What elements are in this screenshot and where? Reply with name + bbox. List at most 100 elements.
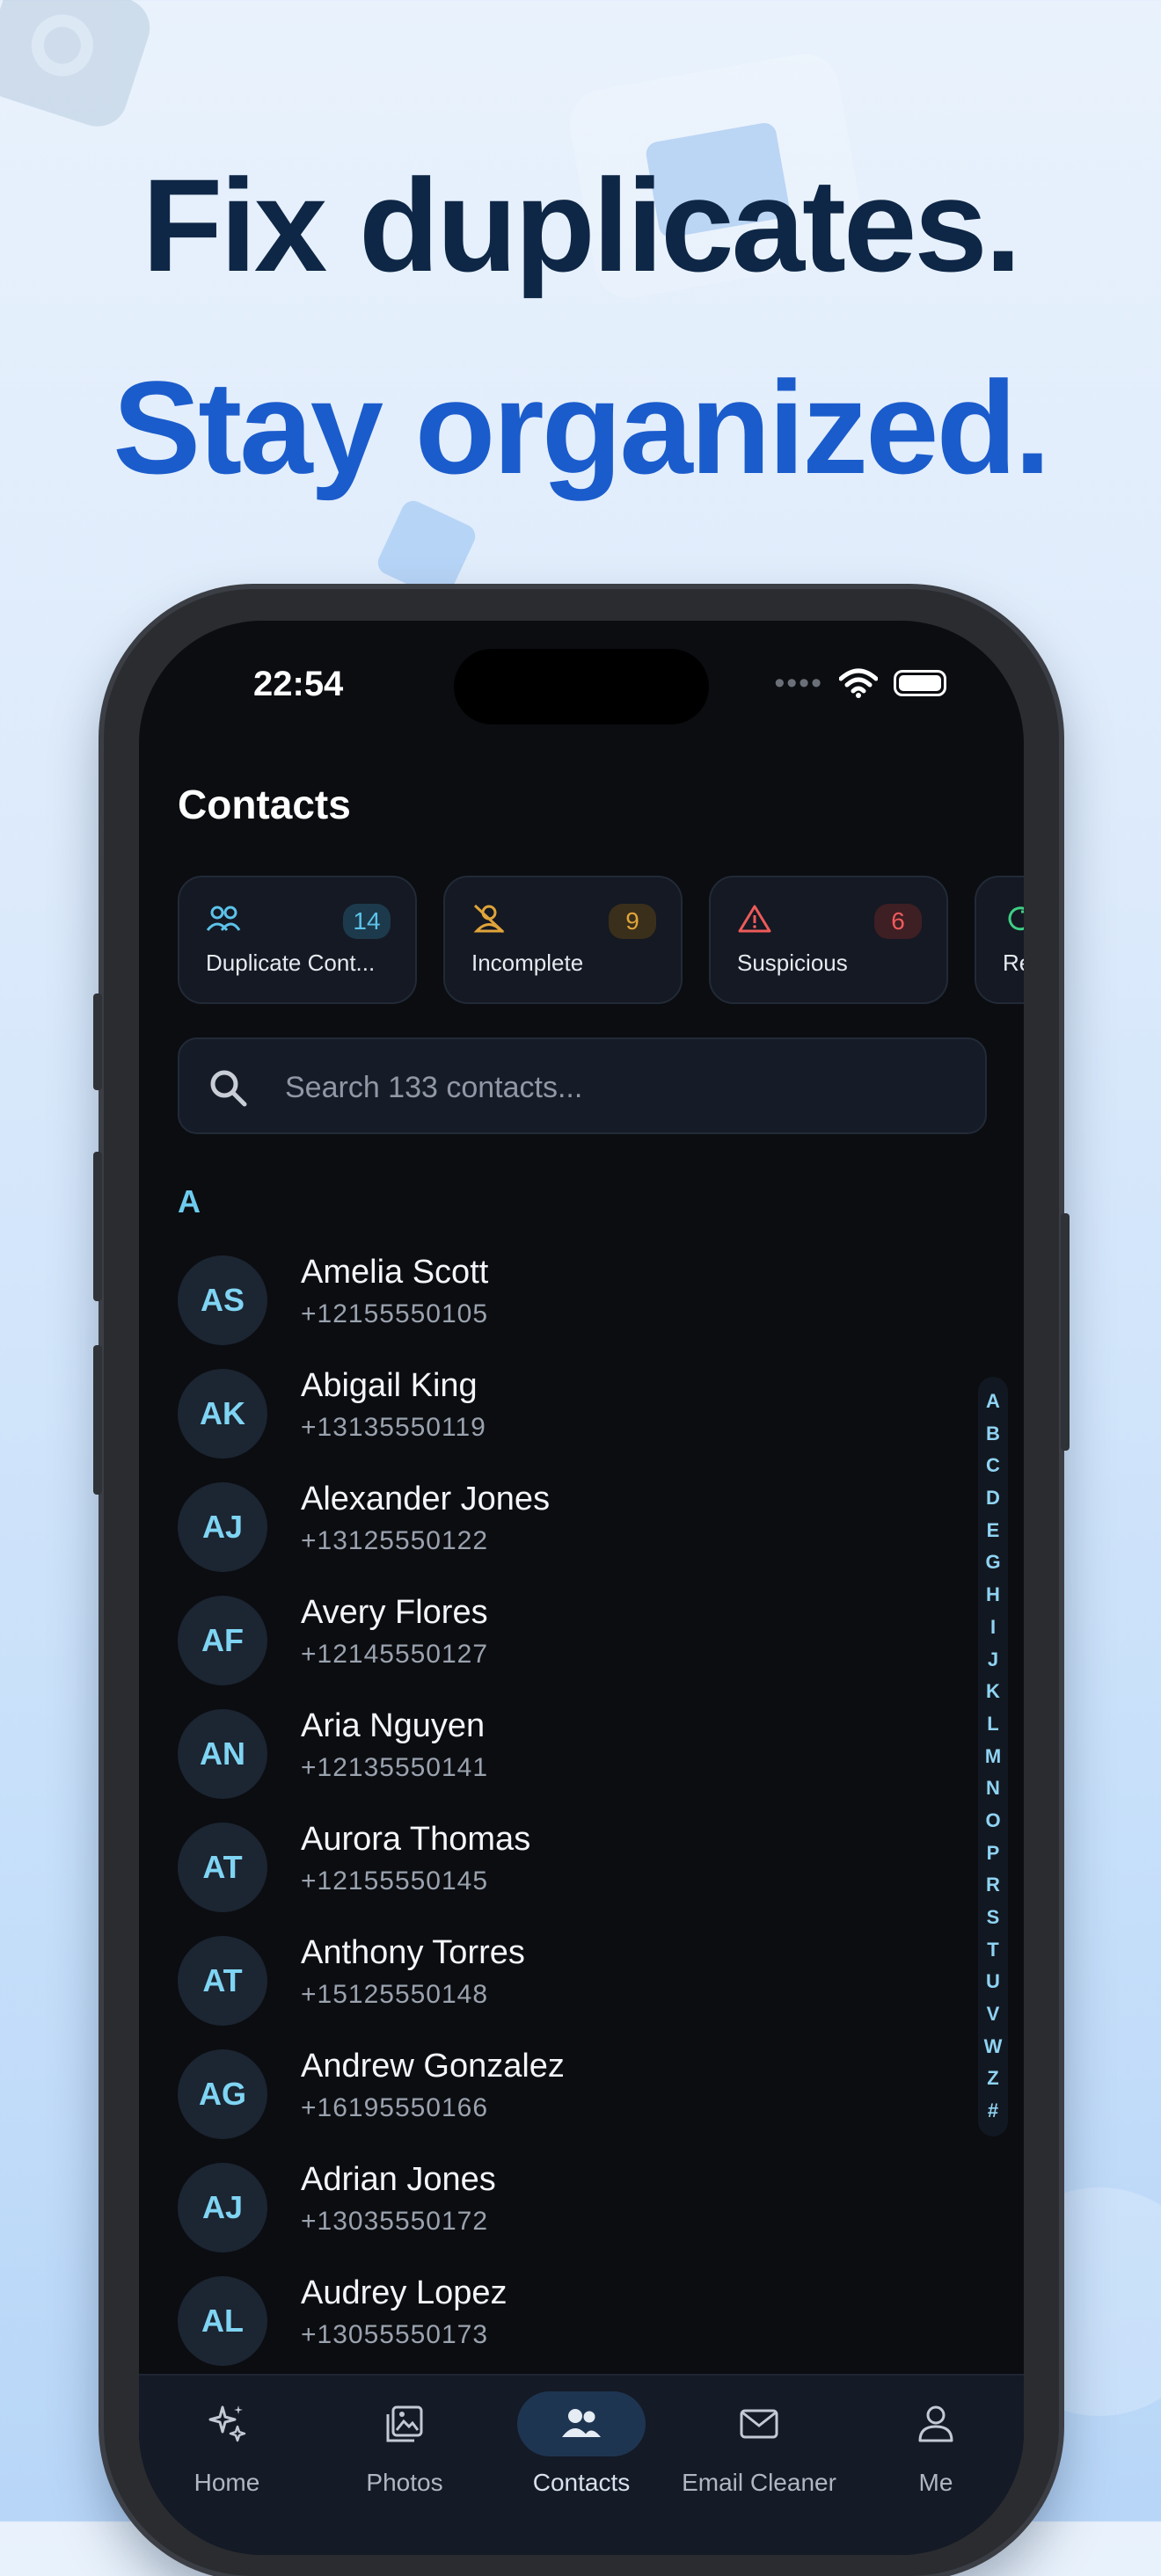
action-button [93,993,102,1090]
index-letter[interactable]: V [987,1998,1000,2031]
contact-phone: +13035550172 [301,2207,489,2236]
index-letter[interactable]: W [984,2031,1003,2063]
count-badge: 6 [874,904,922,939]
index-letter[interactable]: C [986,1450,1000,1482]
avatar: AJ [178,2163,267,2252]
contact-name: Alexander Jones [301,1481,551,1517]
search-bar[interactable]: Search 133 contacts... [178,1037,987,1134]
headline-primary: Fix duplicates. [142,151,1022,299]
avatar: AG [178,2049,267,2139]
index-letter[interactable]: Z [987,2063,998,2095]
page-title: Contacts [178,782,351,827]
headline-secondary: Stay organized. [113,353,1051,501]
contacts-icon [517,2391,646,2456]
contact-phone: +12135550141 [301,1753,489,1782]
index-letter[interactable]: L [987,1708,998,1741]
avatar: AT [178,1936,267,2026]
contact-row[interactable]: AS Amelia Scott +12155550105 [178,1254,952,1352]
card-label: Duplicate Cont... [206,950,376,976]
index-letter[interactable]: H [986,1579,1000,1612]
index-letter[interactable]: G [985,1546,1000,1579]
contact-phone: +12155550145 [301,1867,489,1896]
tab-label: Photos [366,2469,443,2496]
contact-row[interactable]: AJ Alexander Jones +13125550122 [178,1481,952,1579]
index-letter[interactable]: D [986,1482,1000,1515]
index-letter[interactable]: U [986,1966,1000,1998]
contact-name: Avery Flores [301,1594,488,1631]
contact-row[interactable]: AJ Adrian Jones +13035550172 [178,2161,952,2259]
tab-me[interactable]: Me [848,2391,1024,2497]
contact-phone: +13055550173 [301,2320,489,2349]
index-letter[interactable]: P [987,1837,1000,1870]
camera-decoration [0,0,158,135]
tab-bar: Home Photos Contacts Email Cleaner Me [139,2374,1024,2555]
index-letter[interactable]: N [986,1772,1000,1805]
tab-contacts[interactable]: Contacts [493,2391,669,2497]
tab-label: Contacts [532,2469,631,2496]
tab-label: Email Cleaner [682,2469,836,2496]
count-badge: 14 [343,904,391,939]
index-letter[interactable]: T [987,1934,998,1967]
card-label: Incomplete [471,950,584,976]
status-time: 22:54 [253,665,344,703]
phone-screen: 22:54 •••• Contacts 14 Duplicate Cont... 9… [139,621,1024,2555]
refresh-icon [1003,904,1024,934]
phone-frame: 22:54 •••• Contacts 14 Duplicate Cont... 9… [93,589,1070,2576]
contact-row[interactable]: AG Andrew Gonzalez +16195550166 [178,2048,952,2146]
mail-icon [695,2391,823,2456]
avatar: AT [178,1823,267,1912]
index-letter[interactable]: J [988,1644,998,1677]
contact-name: Aurora Thomas [301,1821,531,1858]
card-label: Suspicious [737,950,848,976]
contact-name: Andrew Gonzalez [301,2048,565,2085]
category-card[interactable]: 9 Incomplete [443,876,683,1004]
signal-icon: •••• [774,666,823,700]
contact-phone: +15125550148 [301,1980,489,2009]
index-letter[interactable]: O [985,1805,1000,1837]
contact-phone: +12155550105 [301,1299,489,1328]
tab-label: Me [918,2469,953,2496]
avatar: AN [178,1709,267,1799]
search-input[interactable]: Search 133 contacts... [285,1071,582,1105]
index-letter[interactable]: A [986,1386,1000,1418]
sparkles-icon [163,2391,291,2456]
contact-phone: +16195550166 [301,2093,489,2122]
index-letter[interactable]: S [987,1902,1000,1934]
section-header: A [178,1183,201,1219]
category-card[interactable]: 14 Duplicate Cont... [178,876,417,1004]
contact-phone: +12145550127 [301,1640,489,1669]
status-icons: •••• [774,668,946,698]
alphabet-index[interactable]: A B C D E G H I J K L M N O P R S T U V W Z # [978,1377,1008,2136]
tab-email-cleaner[interactable]: Email Cleaner [671,2391,847,2497]
volume-down-button [93,1345,102,1495]
contact-row[interactable]: AL Audrey Lopez +13055550173 [178,2274,952,2373]
index-letter[interactable]: E [987,1515,1000,1547]
contact-row[interactable]: AT Anthony Torres +15125550148 [178,1934,952,2033]
index-letter[interactable]: K [986,1676,1000,1708]
index-letter[interactable]: B [986,1418,1000,1451]
category-card[interactable]: Re [975,876,1024,1004]
count-badge: 9 [609,904,656,939]
avatar: AS [178,1255,267,1345]
category-card[interactable]: 6 Suspicious [709,876,948,1004]
dynamic-island [454,649,709,724]
tab-photos[interactable]: Photos [317,2391,493,2497]
search-icon [210,1070,247,1107]
index-letter[interactable]: M [985,1741,1001,1773]
contact-phone: +13125550122 [301,1526,489,1555]
wifi-icon [839,668,878,698]
person-icon [872,2391,1000,2456]
tab-home[interactable]: Home [139,2391,315,2497]
contact-row[interactable]: AN Aria Nguyen +12135550141 [178,1707,952,1806]
index-letter[interactable]: R [986,1869,1000,1902]
contact-row[interactable]: AF Avery Flores +12145550127 [178,1594,952,1692]
index-letter[interactable]: I [990,1612,996,1644]
contact-name: Aria Nguyen [301,1707,486,1744]
index-letter[interactable]: # [988,2095,998,2128]
category-cards: 14 Duplicate Cont... 9 Incomplete 6 Suspiciou… [178,876,1024,1004]
contact-name: Anthony Torres [301,1934,525,1971]
contact-row[interactable]: AT Aurora Thomas +12155550145 [178,1821,952,1919]
volume-up-button [93,1152,102,1301]
contact-name: Adrian Jones [301,2161,496,2198]
contact-row[interactable]: AK Abigail King +13135550119 [178,1367,952,1466]
